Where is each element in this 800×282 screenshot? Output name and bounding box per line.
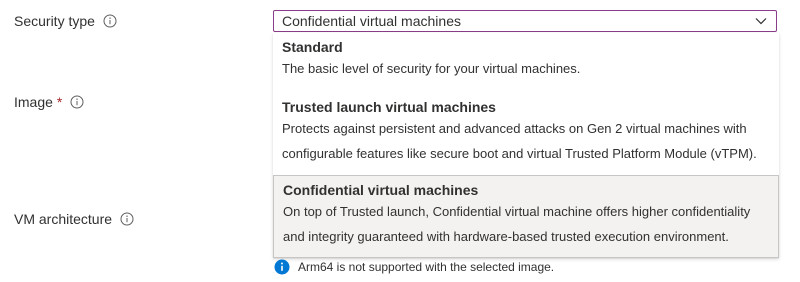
security-type-select[interactable]: Confidential virtual machines [273,10,777,32]
option-standard[interactable]: Standard The basic level of security for… [273,39,779,81]
image-label: Image [14,94,53,110]
info-icon[interactable] [120,212,134,226]
vm-architecture-label: VM architecture [14,211,113,227]
option-description-line: On top of Trusted launch, Confidential v… [283,204,751,219]
security-type-label: Security type [14,13,95,29]
info-filled-icon [274,259,290,275]
security-type-dropdown: Standard The basic level of security for… [273,33,779,258]
vm-architecture-label-row: VM architecture [14,211,134,227]
required-asterisk: * [56,94,63,110]
arm64-notice: Arm64 is not supported with the selected… [274,259,554,275]
option-description: The basic level of security for your vir… [282,61,581,76]
chevron-down-icon [754,14,768,28]
option-trusted-launch[interactable]: Trusted launch virtual machines Protects… [273,99,779,166]
option-title: Standard [282,39,343,55]
option-confidential[interactable]: Confidential virtual machines On top of … [273,175,779,258]
option-description-line: Protects against persistent and advanced… [282,121,747,136]
info-icon[interactable] [103,14,117,28]
option-description-line: configurable features like secure boot a… [282,146,757,161]
option-title: Confidential virtual machines [283,182,479,198]
security-type-label-row: Security type [14,13,117,29]
option-description-line: and integrity guaranteed with hardware-b… [283,229,729,244]
image-label-row: Image * [14,94,84,110]
security-type-selected-value: Confidential virtual machines [282,13,461,29]
notice-text: Arm64 is not supported with the selected… [298,260,555,274]
info-icon[interactable] [70,95,84,109]
option-title: Trusted launch virtual machines [282,99,496,115]
